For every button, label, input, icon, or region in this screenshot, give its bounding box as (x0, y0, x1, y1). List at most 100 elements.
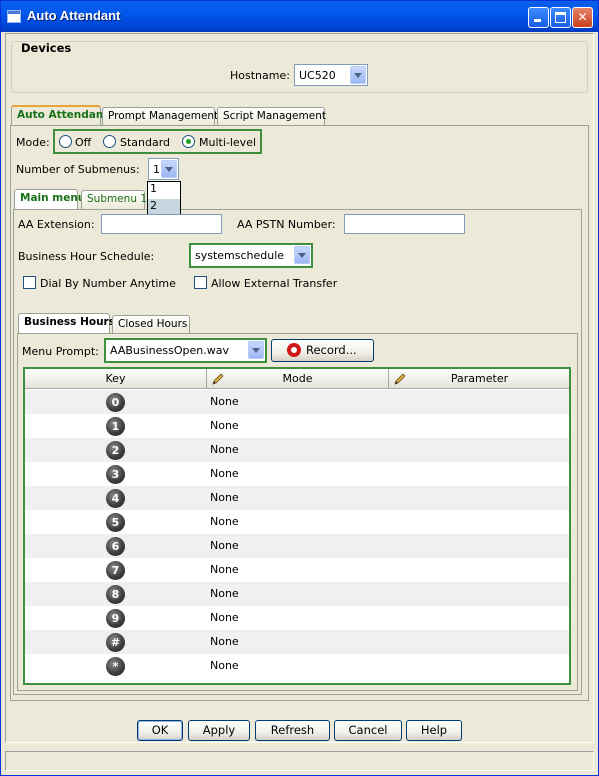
allow-external-transfer-checkbox[interactable] (194, 276, 207, 289)
cancel-button[interactable]: Cancel (334, 720, 402, 741)
mode-cell[interactable]: None (210, 467, 239, 480)
schedule-label: Business Hour Schedule: (18, 250, 155, 263)
ok-button[interactable]: OK (137, 720, 183, 741)
record-icon (287, 343, 301, 357)
key-badge: 0 (106, 393, 125, 412)
column-parameter[interactable]: Parameter (389, 369, 569, 389)
tab-main-menu[interactable]: Main menu (14, 189, 85, 210)
tab-business-hours[interactable]: Business Hours (18, 313, 115, 334)
mode-off-radio[interactable] (59, 135, 72, 148)
table-header: Key Mode Parameter (25, 369, 569, 389)
chevron-down-icon[interactable] (350, 66, 366, 84)
tab-submenu-1[interactable]: Submenu 1 (81, 190, 147, 209)
mode-cell[interactable]: None (210, 587, 239, 600)
close-icon: ✕ (577, 10, 588, 24)
chevron-down-icon[interactable] (248, 341, 264, 359)
key-badge: 1 (106, 417, 125, 436)
tab-auto-attendant[interactable]: Auto Attendant (11, 105, 108, 126)
mode-cell[interactable]: None (210, 491, 239, 504)
tab-prompt-management[interactable]: Prompt Management (102, 107, 218, 126)
key-badge: 3 (106, 465, 125, 484)
mode-cell[interactable]: None (210, 659, 239, 672)
allow-external-transfer-label: Allow External Transfer (211, 277, 338, 290)
key-badge: 7 (106, 561, 125, 580)
column-mode[interactable]: Mode (207, 369, 389, 389)
tab-closed-hours[interactable]: Closed Hours (112, 315, 190, 334)
aa-pstn-label: AA PSTN Number: (237, 218, 336, 231)
menu-prompt-select[interactable]: AABusinessOpen.wav (104, 338, 267, 363)
aa-extension-label: AA Extension: (18, 218, 95, 231)
close-button[interactable]: ✕ (572, 7, 593, 28)
mode-cell[interactable]: None (210, 419, 239, 432)
aa-extension-input[interactable] (101, 214, 222, 234)
mode-cell[interactable]: None (210, 539, 239, 552)
mode-standard-label: Standard (120, 136, 171, 149)
key-badge: 8 (106, 585, 125, 604)
tab-script-management[interactable]: Script Management (217, 107, 326, 126)
mode-cell[interactable]: None (210, 611, 239, 624)
maximize-button[interactable] (550, 7, 571, 28)
mode-cell[interactable]: None (210, 563, 239, 576)
title-bar[interactable]: Auto Attendant ✕ (1, 1, 598, 32)
table-row[interactable]: 3 None (25, 462, 569, 486)
schedule-value: systemschedule (195, 249, 285, 262)
column-mode-label: Mode (282, 372, 313, 385)
table-row[interactable]: 8 None (25, 582, 569, 606)
table-row[interactable]: 9 None (25, 606, 569, 630)
table-row[interactable]: 0 None (25, 390, 569, 414)
mode-off-label: Off (75, 136, 92, 149)
record-label: Record... (306, 343, 357, 357)
table-row[interactable]: # None (25, 630, 569, 654)
table-row[interactable]: 5 None (25, 510, 569, 534)
chevron-down-icon[interactable] (161, 160, 177, 178)
mode-multilevel-label: Multi-level (199, 136, 257, 149)
key-badge: 2 (106, 441, 125, 460)
minimize-icon (534, 19, 541, 22)
refresh-button[interactable]: Refresh (255, 720, 330, 741)
window-icon (7, 10, 21, 23)
table-row[interactable]: 7 None (25, 558, 569, 582)
chevron-down-icon[interactable] (294, 246, 310, 264)
key-badge: 4 (106, 489, 125, 508)
apply-button[interactable]: Apply (188, 720, 250, 741)
menu-prompt-label: Menu Prompt: (22, 345, 99, 358)
hostname-label: Hostname: (230, 69, 290, 82)
record-button[interactable]: Record... (271, 339, 374, 362)
table-row[interactable]: 2 None (25, 438, 569, 462)
mode-cell[interactable]: None (210, 515, 239, 528)
window-title: Auto Attendant (27, 8, 121, 23)
mode-cell[interactable]: None (210, 443, 239, 456)
aa-pstn-input[interactable] (344, 214, 465, 234)
table-row[interactable]: 6 None (25, 534, 569, 558)
key-badge: * (106, 657, 125, 676)
pencil-icon (394, 373, 406, 385)
mode-label: Mode: (16, 136, 50, 149)
menu-prompt-value: AABusinessOpen.wav (110, 344, 229, 357)
key-badge: # (106, 633, 125, 652)
table-row[interactable]: 1 None (25, 414, 569, 438)
minimize-button[interactable] (528, 7, 549, 28)
help-button[interactable]: Help (406, 720, 462, 741)
key-badge: 9 (106, 609, 125, 628)
column-key[interactable]: Key (25, 369, 207, 389)
mode-cell[interactable]: None (210, 635, 239, 648)
status-bar (5, 751, 594, 771)
column-parameter-label: Parameter (450, 372, 509, 385)
schedule-select[interactable]: systemschedule (189, 243, 313, 268)
dial-by-number-checkbox[interactable] (23, 276, 36, 289)
mode-cell[interactable]: None (210, 395, 239, 408)
table-row[interactable]: * None (25, 654, 569, 678)
submenus-label: Number of Submenus: (16, 163, 140, 176)
mode-multilevel-radio[interactable] (182, 135, 195, 148)
mode-standard-radio[interactable] (103, 135, 116, 148)
dial-by-number-label: Dial By Number Anytime (40, 277, 176, 290)
pencil-icon (212, 373, 224, 385)
key-mapping-table: Key Mode Parameter 0 None 1 None 2 None 3 None 4… (23, 367, 571, 685)
submenus-select[interactable]: 1 (148, 158, 179, 180)
auto-attendant-window: Auto Attendant ✕ Devices Hostname: UC520… (0, 0, 599, 776)
hostname-value: UC520 (299, 69, 336, 82)
dropdown-option-1[interactable]: 1 (148, 182, 180, 199)
hostname-select[interactable]: UC520 (294, 64, 368, 86)
maximize-icon (555, 12, 566, 23)
table-row[interactable]: 4 None (25, 486, 569, 510)
